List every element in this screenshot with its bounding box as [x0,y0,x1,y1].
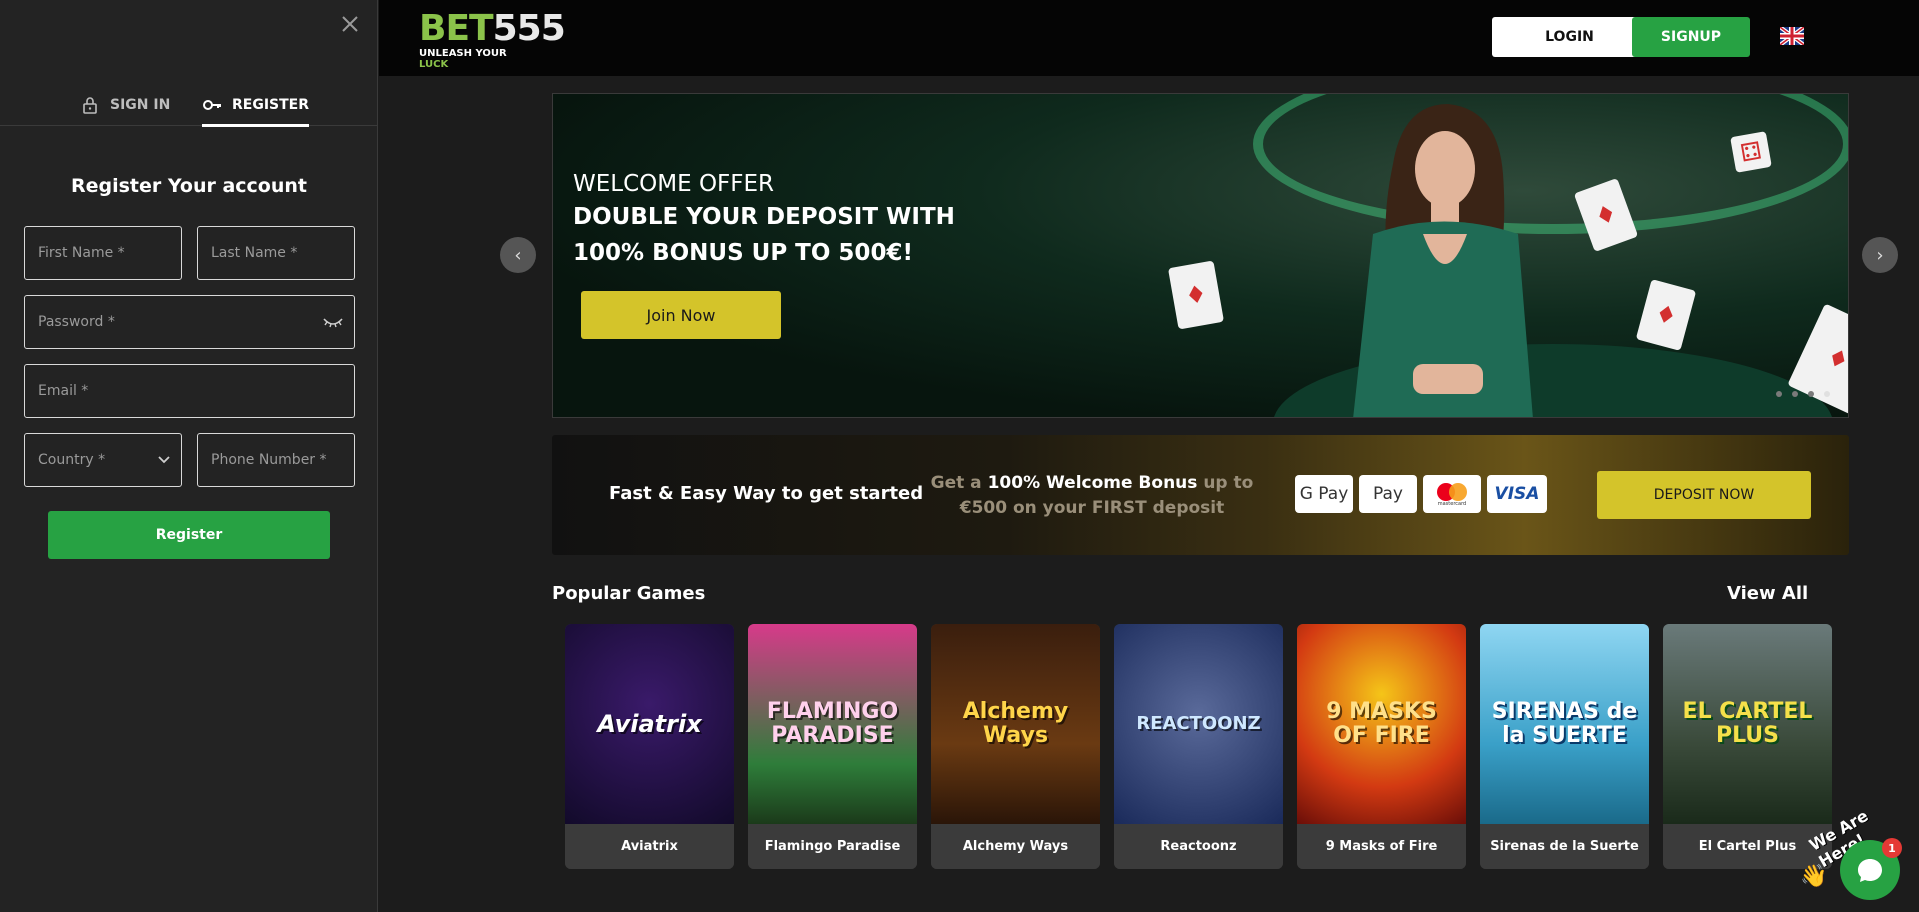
phone-placeholder: Phone Number * [211,452,327,468]
game-card-sirenas-de-la-suerte[interactable]: SIRENAS de la SUERTE Sirenas de la Suert… [1480,624,1649,869]
key-icon [203,100,221,110]
game-card-aviatrix[interactable]: Aviatrix Aviatrix [565,624,734,869]
carousel-next-button[interactable]: › [1862,237,1898,273]
svg-text:mastercard: mastercard [1438,501,1466,507]
logo-555: 555 [492,8,566,49]
carousel-dots [1776,391,1830,397]
tab-sign-in[interactable]: SIGN IN [80,84,170,126]
hero-copy: WELCOME OFFER DOUBLE YOUR DEPOSIT WITH 1… [573,169,955,271]
login-button[interactable]: LOGIN [1492,17,1647,57]
tab-register-label: REGISTER [232,97,310,113]
visa-icon: VISA [1487,475,1547,513]
waving-hand-icon: 👋 [1800,864,1828,889]
game-card-reactoonz[interactable]: REACTOONZ Reactoonz [1114,624,1283,869]
hero-line-1: WELCOME OFFER [573,171,775,197]
password-input[interactable]: Password * [24,295,355,349]
logo-bet: BET [419,8,494,49]
apple-pay-icon: Pay [1359,475,1417,513]
deposit-banner: Fast & Easy Way to get started Get a 100… [552,435,1849,555]
deposit-lead-text: Fast & Easy Way to get started [609,483,924,504]
game-card-flamingo-paradise[interactable]: FLAMINGO PARADISE Flamingo Paradise [748,624,917,869]
game-art: EL CARTEL PLUS [1663,624,1832,824]
game-name: Reactoonz [1114,824,1283,869]
top-header: BET555 UNLEASH YOUR LUCK LOGIN SIGNUP [379,0,1919,76]
register-button[interactable]: Register [48,511,330,559]
chat-bubble-icon [1858,859,1882,882]
game-name: El Cartel Plus [1663,824,1832,869]
google-pay-icon: G Pay [1295,475,1353,513]
mastercard-icon: mastercard [1423,475,1481,513]
game-art: SIRENAS de la SUERTE [1480,624,1649,824]
country-select[interactable]: Country * [24,433,182,487]
game-name: Aviatrix [565,824,734,869]
uk-flag-icon[interactable] [1778,25,1806,47]
chat-badge: 1 [1882,838,1902,858]
deposit-promo-text: Get a 100% Welcome Bonus up to €500 on y… [927,471,1257,521]
game-art: 9 MASKS OF FIRE [1297,624,1466,824]
email-placeholder: Email * [38,383,89,399]
carousel-dot[interactable] [1792,391,1798,397]
game-art: Alchemy Ways [931,624,1100,824]
logo-tag-accent: LUCK [419,59,449,70]
auth-tabs: SIGN IN REGISTER [0,84,378,127]
register-sidebar: SIGN IN REGISTER Register Your account F… [0,0,378,912]
game-card-el-cartel-plus[interactable]: EL CARTEL PLUS El Cartel Plus [1663,624,1832,869]
carousel-dot[interactable] [1776,391,1782,397]
carousel-prev-button[interactable]: ‹ [500,237,536,273]
game-name: Alchemy Ways [931,824,1100,869]
hero-banner: ♦ ♦ ♦ ♠ ⚃ ♦ WELCOME OFFER DOUBLE YOUR DE… [552,93,1849,418]
game-art: FLAMINGO PARADISE [748,624,917,824]
promo-pre: Get a [930,473,988,493]
playing-card: ♦ [1167,260,1225,330]
tab-sign-in-label: SIGN IN [110,97,171,113]
first-name-placeholder: First Name * [38,245,125,261]
email-input[interactable]: Email * [24,364,355,418]
chat-button[interactable]: 1 [1840,838,1902,900]
first-name-input[interactable]: First Name * [24,226,182,280]
chevron-down-icon [158,456,170,464]
join-now-button[interactable]: Join Now [581,291,781,339]
last-name-placeholder: Last Name * [211,245,298,261]
dice: ⚃ [1730,131,1772,173]
carousel-dot[interactable] [1808,391,1814,397]
game-card-alchemy-ways[interactable]: Alchemy Ways Alchemy Ways [931,624,1100,869]
game-name: 9 Masks of Fire [1297,824,1466,869]
close-icon[interactable] [338,12,362,36]
signup-button[interactable]: SIGNUP [1632,17,1750,57]
password-placeholder: Password * [38,314,115,330]
country-placeholder: Country * [38,452,106,468]
game-name: Sirenas de la Suerte [1480,824,1649,869]
hero-line-3: 100% BONUS UP TO 500€! [573,240,913,266]
register-form-title: Register Your account [70,175,307,197]
game-name: Flamingo Paradise [748,824,917,869]
promo-bold: 100% Welcome Bonus [987,473,1198,493]
last-name-input[interactable]: Last Name * [197,226,355,280]
lock-icon [83,97,97,114]
view-all-link[interactable]: View All [1727,583,1808,604]
phone-number-input[interactable]: Phone Number * [197,433,355,487]
playing-card: ♦ [1635,279,1697,351]
hero-line-2: DOUBLE YOUR DEPOSIT WITH [573,204,955,230]
eye-closed-icon[interactable] [322,315,344,329]
dealer-image [1353,104,1533,417]
game-card-9-masks-of-fire[interactable]: 9 MASKS OF FIRE 9 Masks of Fire [1297,624,1466,869]
game-art: Aviatrix [565,624,734,824]
carousel-dot-active[interactable] [1824,391,1830,397]
bet555-logo[interactable]: BET555 UNLEASH YOUR LUCK [419,8,566,71]
logo-tag-pre: UNLEASH YOUR [419,48,507,59]
deposit-now-button[interactable]: DEPOSIT NOW [1597,471,1811,519]
popular-games-title: Popular Games [552,583,706,604]
tab-register[interactable]: REGISTER [202,84,310,127]
game-art: REACTOONZ [1114,624,1283,824]
